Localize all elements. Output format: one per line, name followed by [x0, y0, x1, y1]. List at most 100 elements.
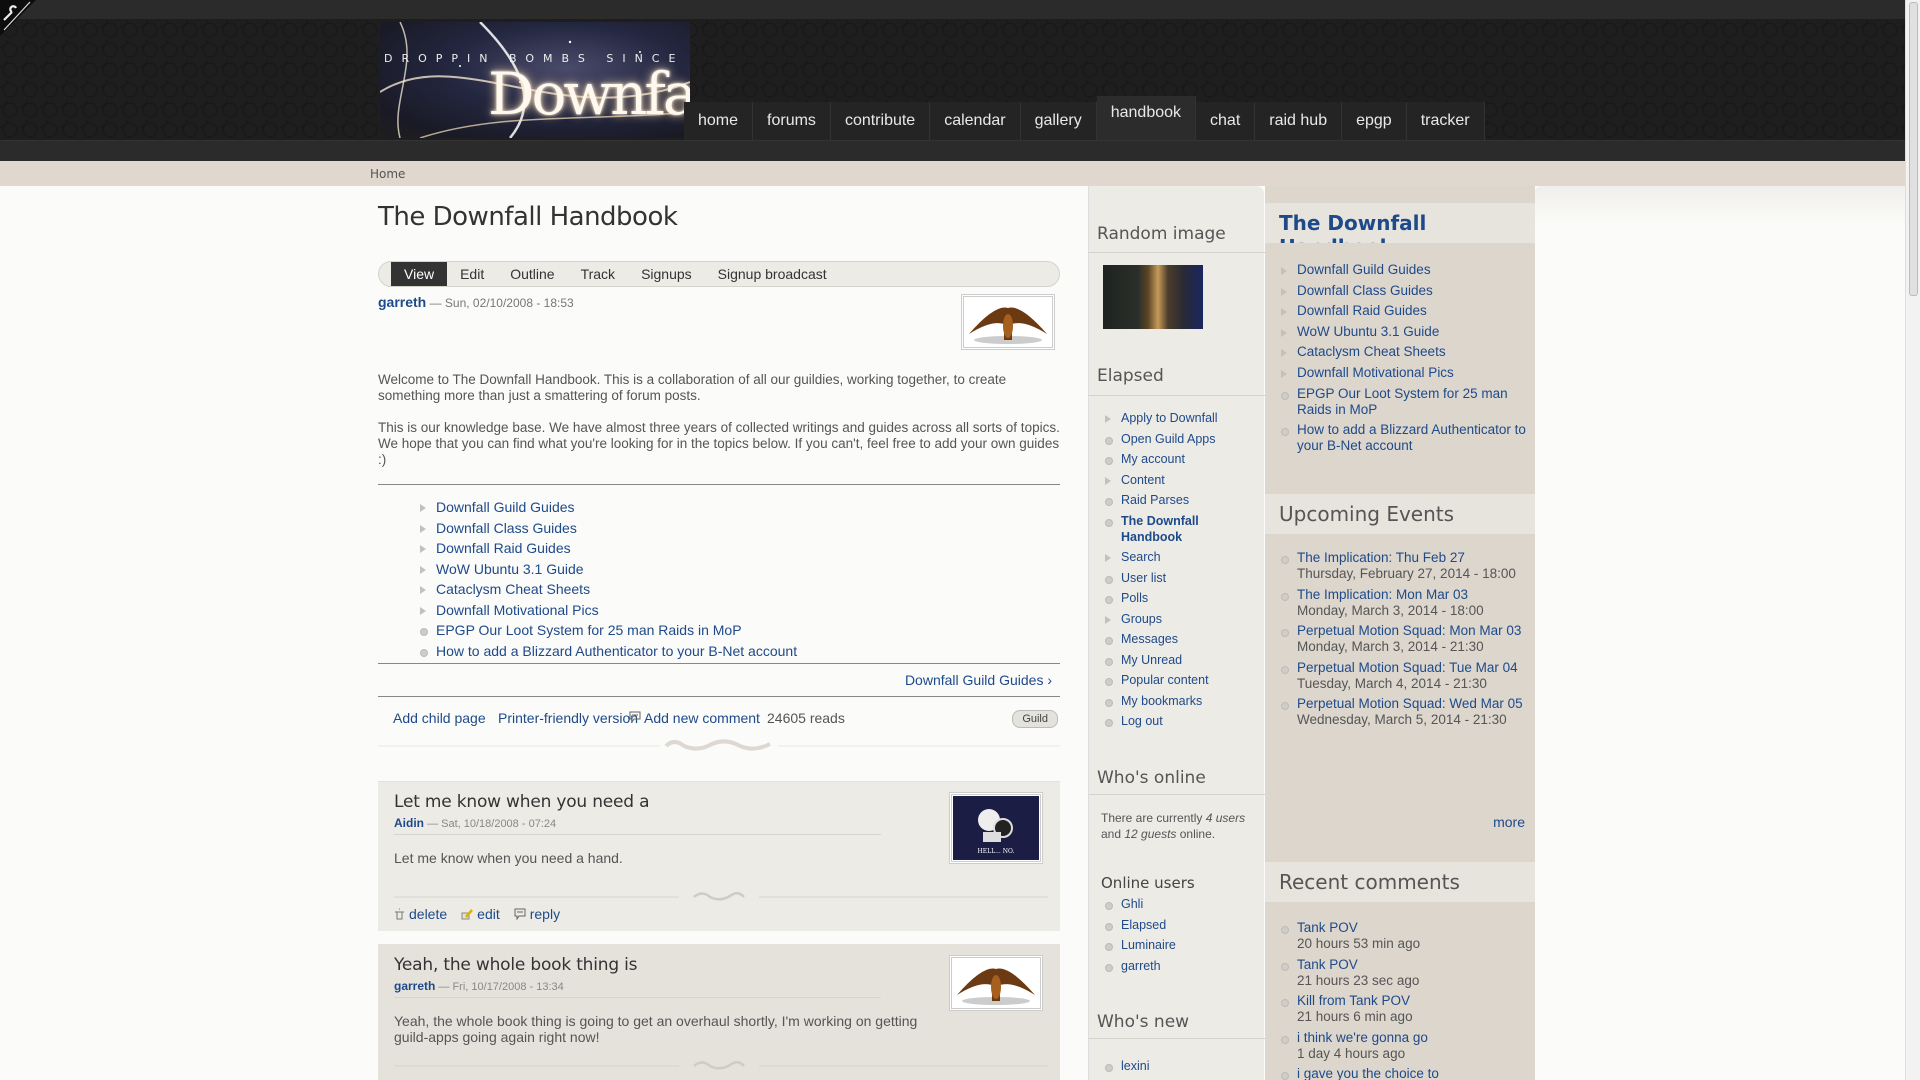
- comment-author-link[interactable]: garreth: [394, 979, 435, 993]
- comment-reply-link[interactable]: reply: [530, 906, 560, 922]
- comment-title[interactable]: Let me know when you need a: [394, 792, 650, 812]
- recent-comment-link[interactable]: i think we're gonna go: [1297, 1030, 1428, 1045]
- recent-comment-link[interactable]: Kill from Tank POV: [1297, 993, 1410, 1008]
- tab-signup-broadcast[interactable]: Signup broadcast: [705, 262, 840, 286]
- book-child-link[interactable]: Downfall Raid Guides: [436, 540, 571, 556]
- recent-comment-link[interactable]: i gave you the choice to: [1297, 1066, 1439, 1080]
- menu-groups[interactable]: Groups: [1121, 612, 1162, 626]
- menu-content[interactable]: Content: [1121, 473, 1165, 487]
- admin-menu-toggle[interactable]: [0, 0, 36, 36]
- book-nav-link[interactable]: Downfall Guild Guides: [1297, 262, 1431, 277]
- nav-gallery[interactable]: gallery: [1020, 102, 1097, 140]
- comment-title[interactable]: Yeah, the whole book thing is: [394, 955, 638, 975]
- printer-friendly-link[interactable]: Printer-friendly version: [498, 710, 638, 726]
- nav-epgp[interactable]: epgp: [1342, 102, 1407, 140]
- book-block-title[interactable]: The Downfall Handbook: [1279, 211, 1535, 243]
- nav-handbook[interactable]: handbook: [1096, 96, 1197, 140]
- book-next-link[interactable]: Downfall Guild Guides ›: [905, 672, 1052, 688]
- tab-edit[interactable]: Edit: [447, 262, 497, 286]
- author-link[interactable]: garreth: [378, 294, 426, 310]
- online-user: Ghli: [1103, 896, 1261, 912]
- menu-apply-to-downfall[interactable]: Apply to Downfall: [1121, 411, 1218, 425]
- book-child-link[interactable]: Downfall Guild Guides: [436, 499, 575, 515]
- comment-edit[interactable]: edit: [461, 906, 500, 922]
- book-child-link[interactable]: EPGP Our Loot System for 25 man Raids in…: [436, 622, 742, 638]
- add-child-page-link[interactable]: Add child page: [393, 710, 486, 726]
- menu-my-unread[interactable]: My Unread: [1121, 653, 1182, 667]
- online-user-link[interactable]: garreth: [1121, 959, 1161, 973]
- breadcrumb-home[interactable]: Home: [370, 167, 405, 181]
- recent-comment-link[interactable]: Tank POV: [1297, 920, 1358, 935]
- comment-delete[interactable]: delete: [394, 906, 447, 922]
- site-logo[interactable]: DROPPIN BOMBS SINCE '04 Downfall: [380, 22, 690, 138]
- taxonomy-tag-guild[interactable]: Guild: [1012, 710, 1058, 728]
- menu-user-list[interactable]: User list: [1121, 571, 1166, 585]
- nav-tracker[interactable]: tracker: [1406, 102, 1485, 140]
- online-user-link[interactable]: Luminaire: [1121, 938, 1176, 952]
- event-link[interactable]: The Implication: Thu Feb 27: [1297, 550, 1465, 565]
- recent-comment-link[interactable]: Tank POV: [1297, 957, 1358, 972]
- comment-author-avatar[interactable]: [949, 955, 1043, 1011]
- online-users-heading: Online users: [1101, 874, 1195, 892]
- comment-edit-link[interactable]: edit: [477, 906, 500, 922]
- nav-chat[interactable]: chat: [1196, 102, 1256, 140]
- book-child-link[interactable]: How to add a Blizzard Authenticator to y…: [436, 643, 797, 659]
- menu-raid-parses[interactable]: Raid Parses: [1121, 493, 1189, 507]
- tab-view[interactable]: View: [391, 262, 448, 286]
- tab-outline[interactable]: Outline: [497, 262, 567, 286]
- online-user-link[interactable]: Ghli: [1121, 897, 1143, 911]
- event-link[interactable]: The Implication: Mon Mar 03: [1297, 587, 1468, 602]
- menu-downfall-handbook[interactable]: The Downfall Handbook: [1121, 514, 1199, 544]
- book-child-link[interactable]: Cataclysm Cheat Sheets: [436, 581, 590, 597]
- tab-track[interactable]: Track: [568, 262, 628, 286]
- menu-popular-content[interactable]: Popular content: [1121, 673, 1209, 687]
- book-nav-link[interactable]: EPGP Our Loot System for 25 man Raids in…: [1297, 386, 1508, 417]
- book-nav-link[interactable]: Downfall Motivational Pics: [1297, 365, 1454, 380]
- nav-forums[interactable]: forums: [753, 102, 831, 140]
- events-block-title: Upcoming Events: [1279, 502, 1455, 526]
- comment-author-link[interactable]: Aidin: [394, 816, 424, 830]
- menu-my-bookmarks[interactable]: My bookmarks: [1121, 694, 1202, 708]
- node-tabs: View Edit Outline Track Signups Signup b…: [378, 261, 1060, 287]
- menu-log-out[interactable]: Log out: [1121, 714, 1163, 728]
- page-scrollbar[interactable]: [1905, 0, 1920, 1080]
- menu-search[interactable]: Search: [1121, 550, 1161, 564]
- comment-author-avatar[interactable]: HELL... NO.: [949, 792, 1043, 864]
- book-child-link[interactable]: Downfall Motivational Pics: [436, 602, 599, 618]
- recent-comments-title: Recent comments: [1279, 870, 1460, 894]
- book-nav-link[interactable]: Downfall Class Guides: [1297, 283, 1433, 298]
- book-nav-link[interactable]: Cataclysm Cheat Sheets: [1297, 344, 1446, 359]
- tab-signups[interactable]: Signups: [628, 262, 705, 286]
- book-nav-link[interactable]: Downfall Raid Guides: [1297, 303, 1427, 318]
- menu-messages[interactable]: Messages: [1121, 632, 1178, 646]
- menu-open-guild-apps[interactable]: Open Guild Apps: [1121, 432, 1216, 446]
- comment-delete-link[interactable]: delete: [409, 906, 447, 922]
- block-divider: [1089, 252, 1265, 253]
- online-user-link[interactable]: Elapsed: [1121, 918, 1166, 932]
- nav-calendar[interactable]: calendar: [930, 102, 1021, 140]
- block-title-whos-new: Who's new: [1097, 1012, 1190, 1032]
- event-link[interactable]: Perpetual Motion Squad: Mon Mar 03: [1297, 623, 1521, 638]
- nav-contribute[interactable]: contribute: [830, 102, 931, 140]
- nav-home[interactable]: home: [684, 102, 754, 140]
- add-new-comment-link[interactable]: Add new comment: [644, 710, 760, 726]
- nav-raid-hub[interactable]: raid hub: [1255, 102, 1343, 140]
- random-image-thumbnail[interactable]: [1103, 265, 1203, 329]
- body-paragraph: This is our knowledge base. We have almo…: [378, 420, 1060, 467]
- comment-reply[interactable]: reply: [514, 906, 560, 922]
- menu-my-account[interactable]: My account: [1121, 452, 1185, 466]
- author-avatar[interactable]: [961, 294, 1055, 350]
- book-nav-item: How to add a Blizzard Authenticator to y…: [1279, 422, 1531, 454]
- recent-comment-item: i think we're gonna go 1 day 4 hours ago: [1279, 1030, 1531, 1062]
- event-link[interactable]: Perpetual Motion Squad: Tue Mar 04: [1297, 660, 1518, 675]
- events-more-link[interactable]: more: [1493, 814, 1525, 830]
- book-child-link[interactable]: WoW Ubuntu 3.1 Guide: [436, 561, 584, 577]
- event-link[interactable]: Perpetual Motion Squad: Wed Mar 05: [1297, 696, 1523, 711]
- scrollbar-thumb[interactable]: [1909, 2, 1918, 296]
- book-nav-link[interactable]: How to add a Blizzard Authenticator to y…: [1297, 422, 1526, 453]
- online-text: and: [1101, 827, 1125, 841]
- menu-polls[interactable]: Polls: [1121, 591, 1148, 605]
- book-child-link[interactable]: Downfall Class Guides: [436, 520, 577, 536]
- book-nav-link[interactable]: WoW Ubuntu 3.1 Guide: [1297, 324, 1439, 339]
- new-user-link[interactable]: lexini: [1121, 1059, 1150, 1073]
